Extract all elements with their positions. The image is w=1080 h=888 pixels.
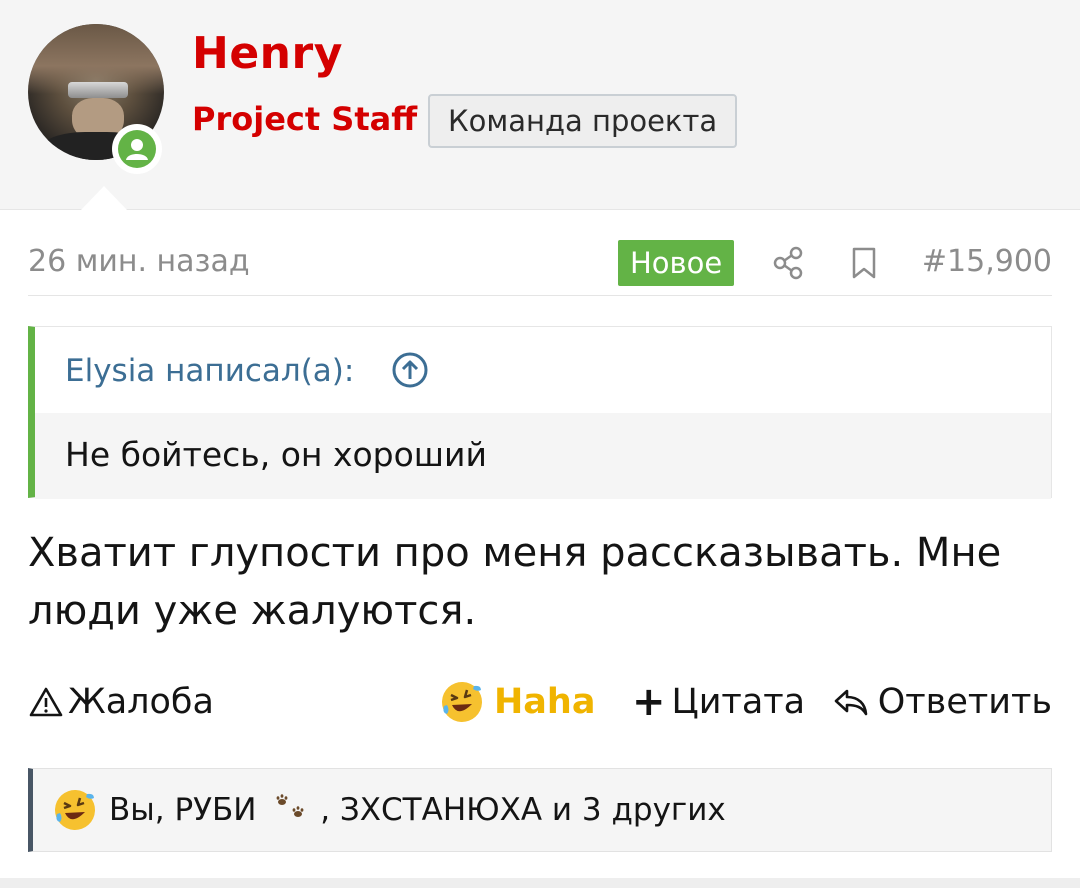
staff-banner: Команда проекта (428, 94, 738, 148)
header-pointer (80, 186, 128, 211)
post-number[interactable]: #15,900 (922, 244, 1052, 279)
plus-icon: + (632, 679, 666, 725)
reply-icon (834, 689, 868, 716)
post-actions: Жалоба Haha + Цитата Ответить (28, 670, 1052, 734)
online-status-badge (112, 124, 162, 174)
warning-icon (29, 687, 63, 717)
arrow-up-circle-icon[interactable] (391, 351, 429, 389)
reactions-users-after: , ЗХСТАНЮХА и 3 других (320, 792, 726, 828)
username[interactable]: Henry (192, 28, 343, 79)
user-icon (118, 130, 156, 168)
reply-label: Ответить (877, 682, 1052, 722)
new-badge: Новое (618, 240, 735, 286)
quote-header: Elysia написал(а): (35, 327, 1051, 413)
share-icon[interactable] (772, 246, 804, 280)
quote-button[interactable]: + Цитата (632, 678, 805, 726)
avatar-headband (68, 82, 128, 98)
reply-button[interactable]: Ответить (832, 678, 1052, 726)
reactions-summary[interactable]: Вы, РУБИ , ЗХСТАНЮХА и 3 других (28, 768, 1052, 852)
reactions-users: Вы, РУБИ , ЗХСТАНЮХА и 3 других (109, 792, 726, 828)
laughing-emoji-icon (55, 790, 95, 830)
footer-divider (0, 878, 1080, 888)
user-header: Henry Project Staff Команда проекта (0, 0, 1080, 211)
laughing-emoji-icon (442, 682, 482, 722)
quote-author[interactable]: Elysia написал(а): (65, 353, 354, 389)
quote-body: Не бойтесь, он хороший (35, 413, 1051, 499)
post-meta: 26 мин. назад Новое #15,900 (28, 238, 1052, 296)
quote-block: Elysia написал(а): Не бойтесь, он хороши… (28, 326, 1052, 499)
user-title: Project Staff (192, 100, 418, 138)
paw-prints-icon (276, 794, 304, 817)
quote-label: Цитата (671, 682, 806, 722)
reaction-button[interactable]: Haha (440, 678, 595, 726)
report-button[interactable]: Жалоба (28, 678, 214, 726)
reaction-label: Haha (494, 682, 596, 722)
post-time[interactable]: 26 мин. назад (28, 244, 250, 279)
post-message: Хватит глупости про меня рассказывать. М… (28, 530, 1002, 634)
bookmark-icon[interactable] (850, 246, 878, 280)
reactions-users-before: Вы, РУБИ (109, 792, 257, 828)
quote-text: Не бойтесь, он хороший (65, 435, 487, 474)
report-label: Жалоба (68, 682, 214, 722)
